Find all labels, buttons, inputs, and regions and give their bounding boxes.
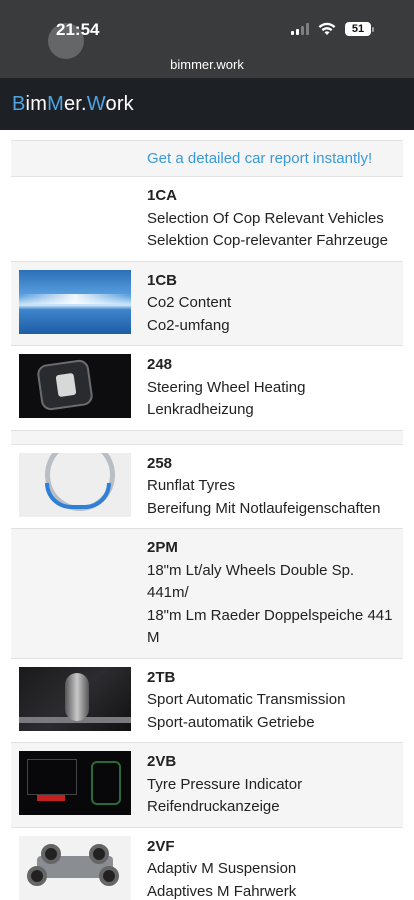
option-name-de: Sport-automatik Getriebe — [147, 713, 315, 731]
option-code: 258 — [147, 454, 173, 472]
option-name-en: Adaptiv M Suspension — [147, 860, 297, 877]
battery-icon: 51 — [345, 22, 374, 36]
list-item: 258 Runflat Tyres Bereifung Mit Notlaufe… — [11, 445, 403, 529]
promo-row: Get a detailed car report instantly! — [11, 141, 403, 177]
list-item: 248 Steering Wheel Heating Lenkradheizun… — [11, 346, 403, 431]
option-name-en: Runflat Tyres — [147, 477, 236, 494]
browser-chrome: 21:54 51 bimmer.work — [0, 0, 414, 78]
list-item: 2VF Adaptiv M Suspension Adaptives M Fah… — [11, 828, 403, 900]
list-divider — [11, 430, 403, 445]
status-icons: 51 — [291, 22, 374, 36]
list-item: 1CA Selection Of Cop Relevant Vehicles S… — [11, 177, 403, 262]
option-name-de: Adaptives M Fahrwerk — [147, 882, 297, 900]
list-item: 2TB Sport Automatic Transmission Sport-a… — [11, 659, 403, 743]
option-name-de: Reifendruckanzeige — [147, 798, 280, 815]
options-list: Get a detailed car report instantly! 1CA… — [11, 140, 403, 900]
option-thumbnail — [19, 751, 131, 815]
main-content: Get a detailed car report instantly! 1CA… — [0, 130, 414, 900]
promo-link[interactable]: Get a detailed car report instantly! — [147, 150, 372, 167]
option-thumbnail — [19, 185, 131, 249]
option-code: 248 — [147, 356, 173, 373]
site-logo[interactable]: BimMer.Work — [12, 93, 134, 116]
list-item: 2VB Tyre Pressure Indicator Reifendrucka… — [11, 743, 403, 828]
cellular-signal-icon — [291, 23, 309, 35]
option-name-en: 18"m Lt/aly Wheels Double Sp. 441m/ — [147, 561, 355, 602]
option-code: 2VF — [147, 837, 175, 855]
option-name-en: Co2 Content — [147, 294, 232, 311]
option-thumbnail — [19, 269, 131, 334]
site-header: BimMer.Work — [0, 78, 414, 130]
option-name-en: Tyre Pressure Indicator — [147, 775, 303, 793]
option-name-en: Steering Wheel Heating — [147, 378, 306, 396]
option-code: 1CB — [147, 271, 178, 289]
battery-level: 51 — [345, 22, 371, 36]
option-thumbnail — [19, 354, 131, 418]
option-thumbnail — [19, 666, 131, 731]
option-name-en: Sport Automatic Transmission — [147, 691, 346, 708]
option-code: 2TB — [147, 668, 176, 686]
status-time: 21:54 — [56, 20, 100, 39]
address-bar-url[interactable]: bimmer.work — [0, 57, 414, 72]
option-name-de: Selektion Cop-relevanter Fahrzeuge — [147, 232, 388, 249]
option-thumbnail — [19, 537, 131, 601]
option-thumbnail — [19, 835, 131, 900]
list-item: 1CB Co2 Content Co2-umfang — [11, 261, 403, 346]
option-code: 1CA — [147, 187, 178, 204]
option-thumbnail — [19, 452, 131, 517]
wifi-icon — [318, 22, 336, 35]
option-name-de: 18"m Lm Raeder Doppelspeiche 441 M — [147, 606, 393, 647]
option-name-de: Lenkradheizung — [147, 401, 254, 418]
option-name-de: Bereifung Mit Notlaufeigenschaften — [147, 499, 381, 517]
option-code: 2VB — [147, 753, 177, 770]
list-item: 2PM 18"m Lt/aly Wheels Double Sp. 441m/ … — [11, 529, 403, 659]
option-code: 2PM — [147, 539, 178, 556]
option-name-en: Selection Of Cop Relevant Vehicles — [147, 209, 384, 227]
option-name-de: Co2-umfang — [147, 316, 230, 334]
